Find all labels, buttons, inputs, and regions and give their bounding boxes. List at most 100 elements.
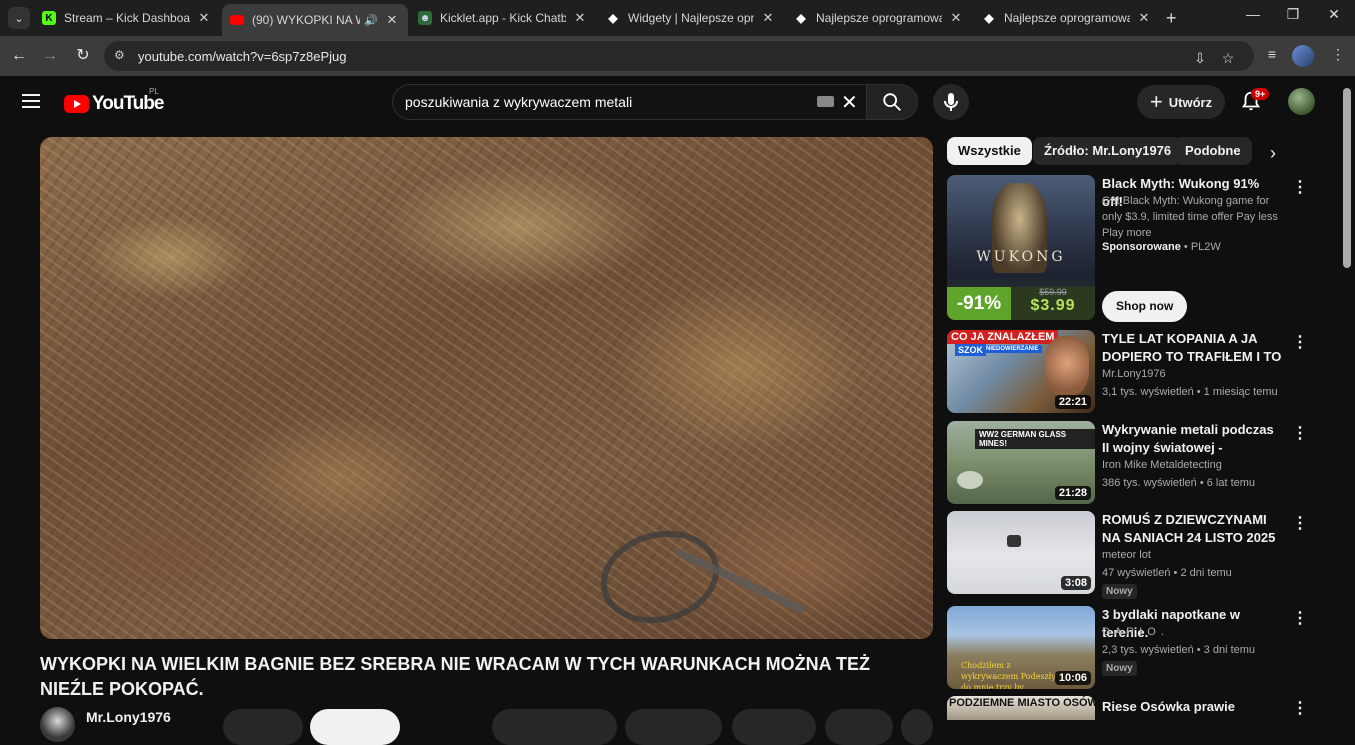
page-scrollbar[interactable] [1343, 88, 1351, 268]
streamelements-icon: ◆ [796, 11, 806, 25]
search-button[interactable] [866, 84, 918, 120]
reload-icon[interactable]: ↻ [73, 46, 93, 66]
more-options-icon[interactable]: ⋮ [1292, 332, 1308, 352]
youtube-logo[interactable]: YouTube PL [64, 87, 164, 115]
bookmark-star-icon[interactable]: ☆ [1218, 50, 1238, 70]
channel-name[interactable]: Mr.Lony1976 [86, 709, 171, 725]
close-tab-icon[interactable]: ✕ [760, 10, 776, 26]
thumb-caption-sub-2: NIEDOWIERZANIE [983, 345, 1042, 353]
kick-icon: K [42, 11, 56, 25]
create-label: Utwórz [1168, 94, 1213, 110]
new-tab-icon[interactable]: + [1166, 8, 1177, 29]
related-video-2[interactable]: WW2 GERMAN GLASS MINES! 21:28 Wykrywanie… [947, 421, 1308, 504]
menu-icon[interactable] [22, 94, 40, 108]
video-thumbnail[interactable]: WW2 GERMAN GLASS MINES! 21:28 [947, 421, 1095, 504]
like-dislike-button[interactable] [492, 709, 617, 745]
video-title-link[interactable]: Wykrywanie metali podczas II wojny świat… [1102, 421, 1282, 457]
forward-icon[interactable]: → [40, 46, 60, 66]
save-button[interactable] [732, 709, 816, 745]
video-title-link[interactable]: Riese Osówka prawie [1102, 698, 1282, 716]
video-thumbnail[interactable]: Chodziłem z wykrywaczem Podeszły do mnie… [947, 606, 1095, 689]
more-options-icon[interactable]: ⋮ [1292, 698, 1307, 718]
related-video-4[interactable]: Chodziłem z wykrywaczem Podeszły do mnie… [947, 606, 1308, 689]
more-options-icon[interactable]: ⋮ [1292, 423, 1308, 443]
chevron-right-icon[interactable]: › [1270, 143, 1276, 164]
video-channel[interactable]: Iron Mike Metaldetecting [1102, 459, 1222, 471]
tab-najlepsze-1[interactable]: ◆ Najlepsze oprogramowanie ✕ [786, 4, 972, 32]
close-window-icon[interactable]: ✕ [1324, 6, 1344, 23]
tab-youtube-active[interactable]: (90) WYKOPKI NA WIELKIM 🔊 ✕ [222, 4, 408, 36]
close-tab-icon[interactable]: ✕ [384, 12, 400, 28]
tab-kick-dashboard[interactable]: K Stream – Kick Dashboard ✕ [34, 4, 220, 32]
more-options-icon[interactable]: ⋮ [1292, 177, 1308, 197]
related-video-1[interactable]: CO JA ZNALAZŁEM SZOK NIEDOWIERZANIE 22:2… [947, 330, 1308, 413]
close-tab-icon[interactable]: ✕ [196, 10, 212, 26]
clear-search-icon[interactable]: ✕ [841, 90, 858, 115]
speaker-icon[interactable]: 🔊 [364, 14, 378, 27]
video-thumbnail[interactable]: 3:08 [947, 511, 1095, 594]
site-info-icon[interactable]: ⚙ [114, 48, 130, 64]
video-title-link[interactable]: TYLE LAT KOPANIA A JA DOPIERO TO TRAFIŁE… [1102, 330, 1282, 366]
tab-kicklet[interactable]: ☻ Kicklet.app - Kick Chatbot ✕ [410, 4, 596, 32]
youtube-play-icon [64, 95, 89, 113]
reading-list-icon[interactable]: ≡ [1262, 46, 1282, 66]
share-button[interactable] [625, 709, 722, 745]
chip-all[interactable]: Wszystkie [947, 137, 1032, 165]
video-player[interactable] [40, 137, 933, 639]
advertiser-name: PL2W [1190, 241, 1221, 253]
new-badge: Nowy [1102, 584, 1137, 599]
account-avatar[interactable] [1288, 88, 1315, 115]
restore-icon[interactable]: ❐ [1283, 6, 1303, 23]
video-title-link[interactable]: ROMUŚ Z DZIEWCZYNAMI NA SANIACH 24 LISTO… [1102, 511, 1282, 547]
video-channel[interactable]: D A R I O . [1102, 626, 1165, 638]
keyboard-icon[interactable] [817, 96, 834, 107]
related-video-3[interactable]: 3:08 ROMUŚ Z DZIEWCZYNAMI NA SANIACH 24 … [947, 511, 1308, 599]
browser-menu-icon[interactable]: ⋮ [1328, 46, 1348, 66]
more-actions-button[interactable] [901, 709, 933, 745]
channel-avatar[interactable] [40, 707, 75, 742]
close-tab-icon[interactable]: ✕ [1136, 10, 1152, 26]
close-tab-icon[interactable]: ✕ [572, 10, 588, 26]
related-video-5[interactable]: PODZIEMNE MIASTO OSÓWKA Riese Osówka pra… [947, 696, 1307, 720]
ad-sponsor-line: Sponsorowane • PL2W [1102, 241, 1221, 253]
voice-search-button[interactable] [933, 84, 969, 120]
clip-button[interactable] [825, 709, 893, 745]
tab-widgety[interactable]: ◆ Widgety | Najlepsze oprogramowanie ✕ [598, 4, 784, 32]
install-app-icon[interactable]: ⇩ [1190, 50, 1210, 70]
more-options-icon[interactable]: ⋮ [1292, 513, 1308, 533]
join-button[interactable] [223, 709, 303, 745]
video-meta: 2,3 tys. wyświetleń • 3 dni temu [1102, 644, 1256, 656]
shop-now-button[interactable]: Shop now [1102, 291, 1188, 322]
thumb-caption: Chodziłem z wykrywaczem Podeszły do mnie… [961, 661, 1056, 689]
more-options-icon[interactable]: ⋮ [1292, 608, 1308, 628]
ad-old-price: $59.99 [1039, 287, 1067, 297]
chip-related[interactable]: Podobne [1174, 137, 1252, 165]
url-text[interactable]: youtube.com/watch?v=6sp7z8ePjug [138, 49, 347, 64]
search-icon [883, 93, 901, 111]
search-input[interactable]: poszukiwania z wykrywaczem metali ✕ [392, 84, 866, 120]
tab-label: Kicklet.app - Kick Chatbot [440, 11, 566, 25]
video-thumbnail[interactable]: PODZIEMNE MIASTO OSÓWKA [947, 696, 1095, 720]
minimize-icon[interactable]: — [1243, 6, 1263, 22]
thumb-caption: PODZIEMNE MIASTO OSÓWKA [949, 697, 1095, 709]
ad-thumbnail[interactable]: WUKONG -91% $59.99 $3.99 [947, 175, 1095, 320]
back-icon[interactable]: ← [9, 46, 29, 66]
video-channel[interactable]: Mr.Lony1976 [1102, 368, 1166, 380]
ad-price: $3.99 [1030, 297, 1076, 314]
subscribe-button[interactable] [310, 709, 400, 745]
streamelements-icon: ◆ [984, 11, 994, 25]
close-tab-icon[interactable]: ✕ [948, 10, 964, 26]
new-badge: Nowy [1102, 661, 1137, 676]
sponsored-ad[interactable]: WUKONG -91% $59.99 $3.99 Black Myth: Wuk… [947, 175, 1308, 325]
video-channel[interactable]: meteor lot [1102, 549, 1151, 561]
youtube-masthead: YouTube PL poszukiwania z wykrywaczem me… [0, 76, 1355, 128]
browser-profile-icon[interactable] [1292, 45, 1314, 67]
video-thumbnail[interactable]: CO JA ZNALAZŁEM SZOK NIEDOWIERZANIE 22:2… [947, 330, 1095, 413]
tab-search-chevron-icon[interactable]: ⌄ [8, 7, 30, 29]
chip-from-channel[interactable]: Źródło: Mr.Lony1976 [1033, 137, 1183, 165]
address-bar[interactable]: ⚙ youtube.com/watch?v=6sp7z8ePjug ⇩ ☆ [104, 41, 1254, 71]
search-query[interactable]: poszukiwania z wykrywaczem metali [405, 94, 632, 110]
tab-najlepsze-2[interactable]: ◆ Najlepsze oprogramowanie ✕ [974, 4, 1160, 32]
ad-thumb-wordmark: WUKONG [976, 249, 1066, 265]
create-button[interactable]: + Utwórz [1137, 85, 1225, 119]
